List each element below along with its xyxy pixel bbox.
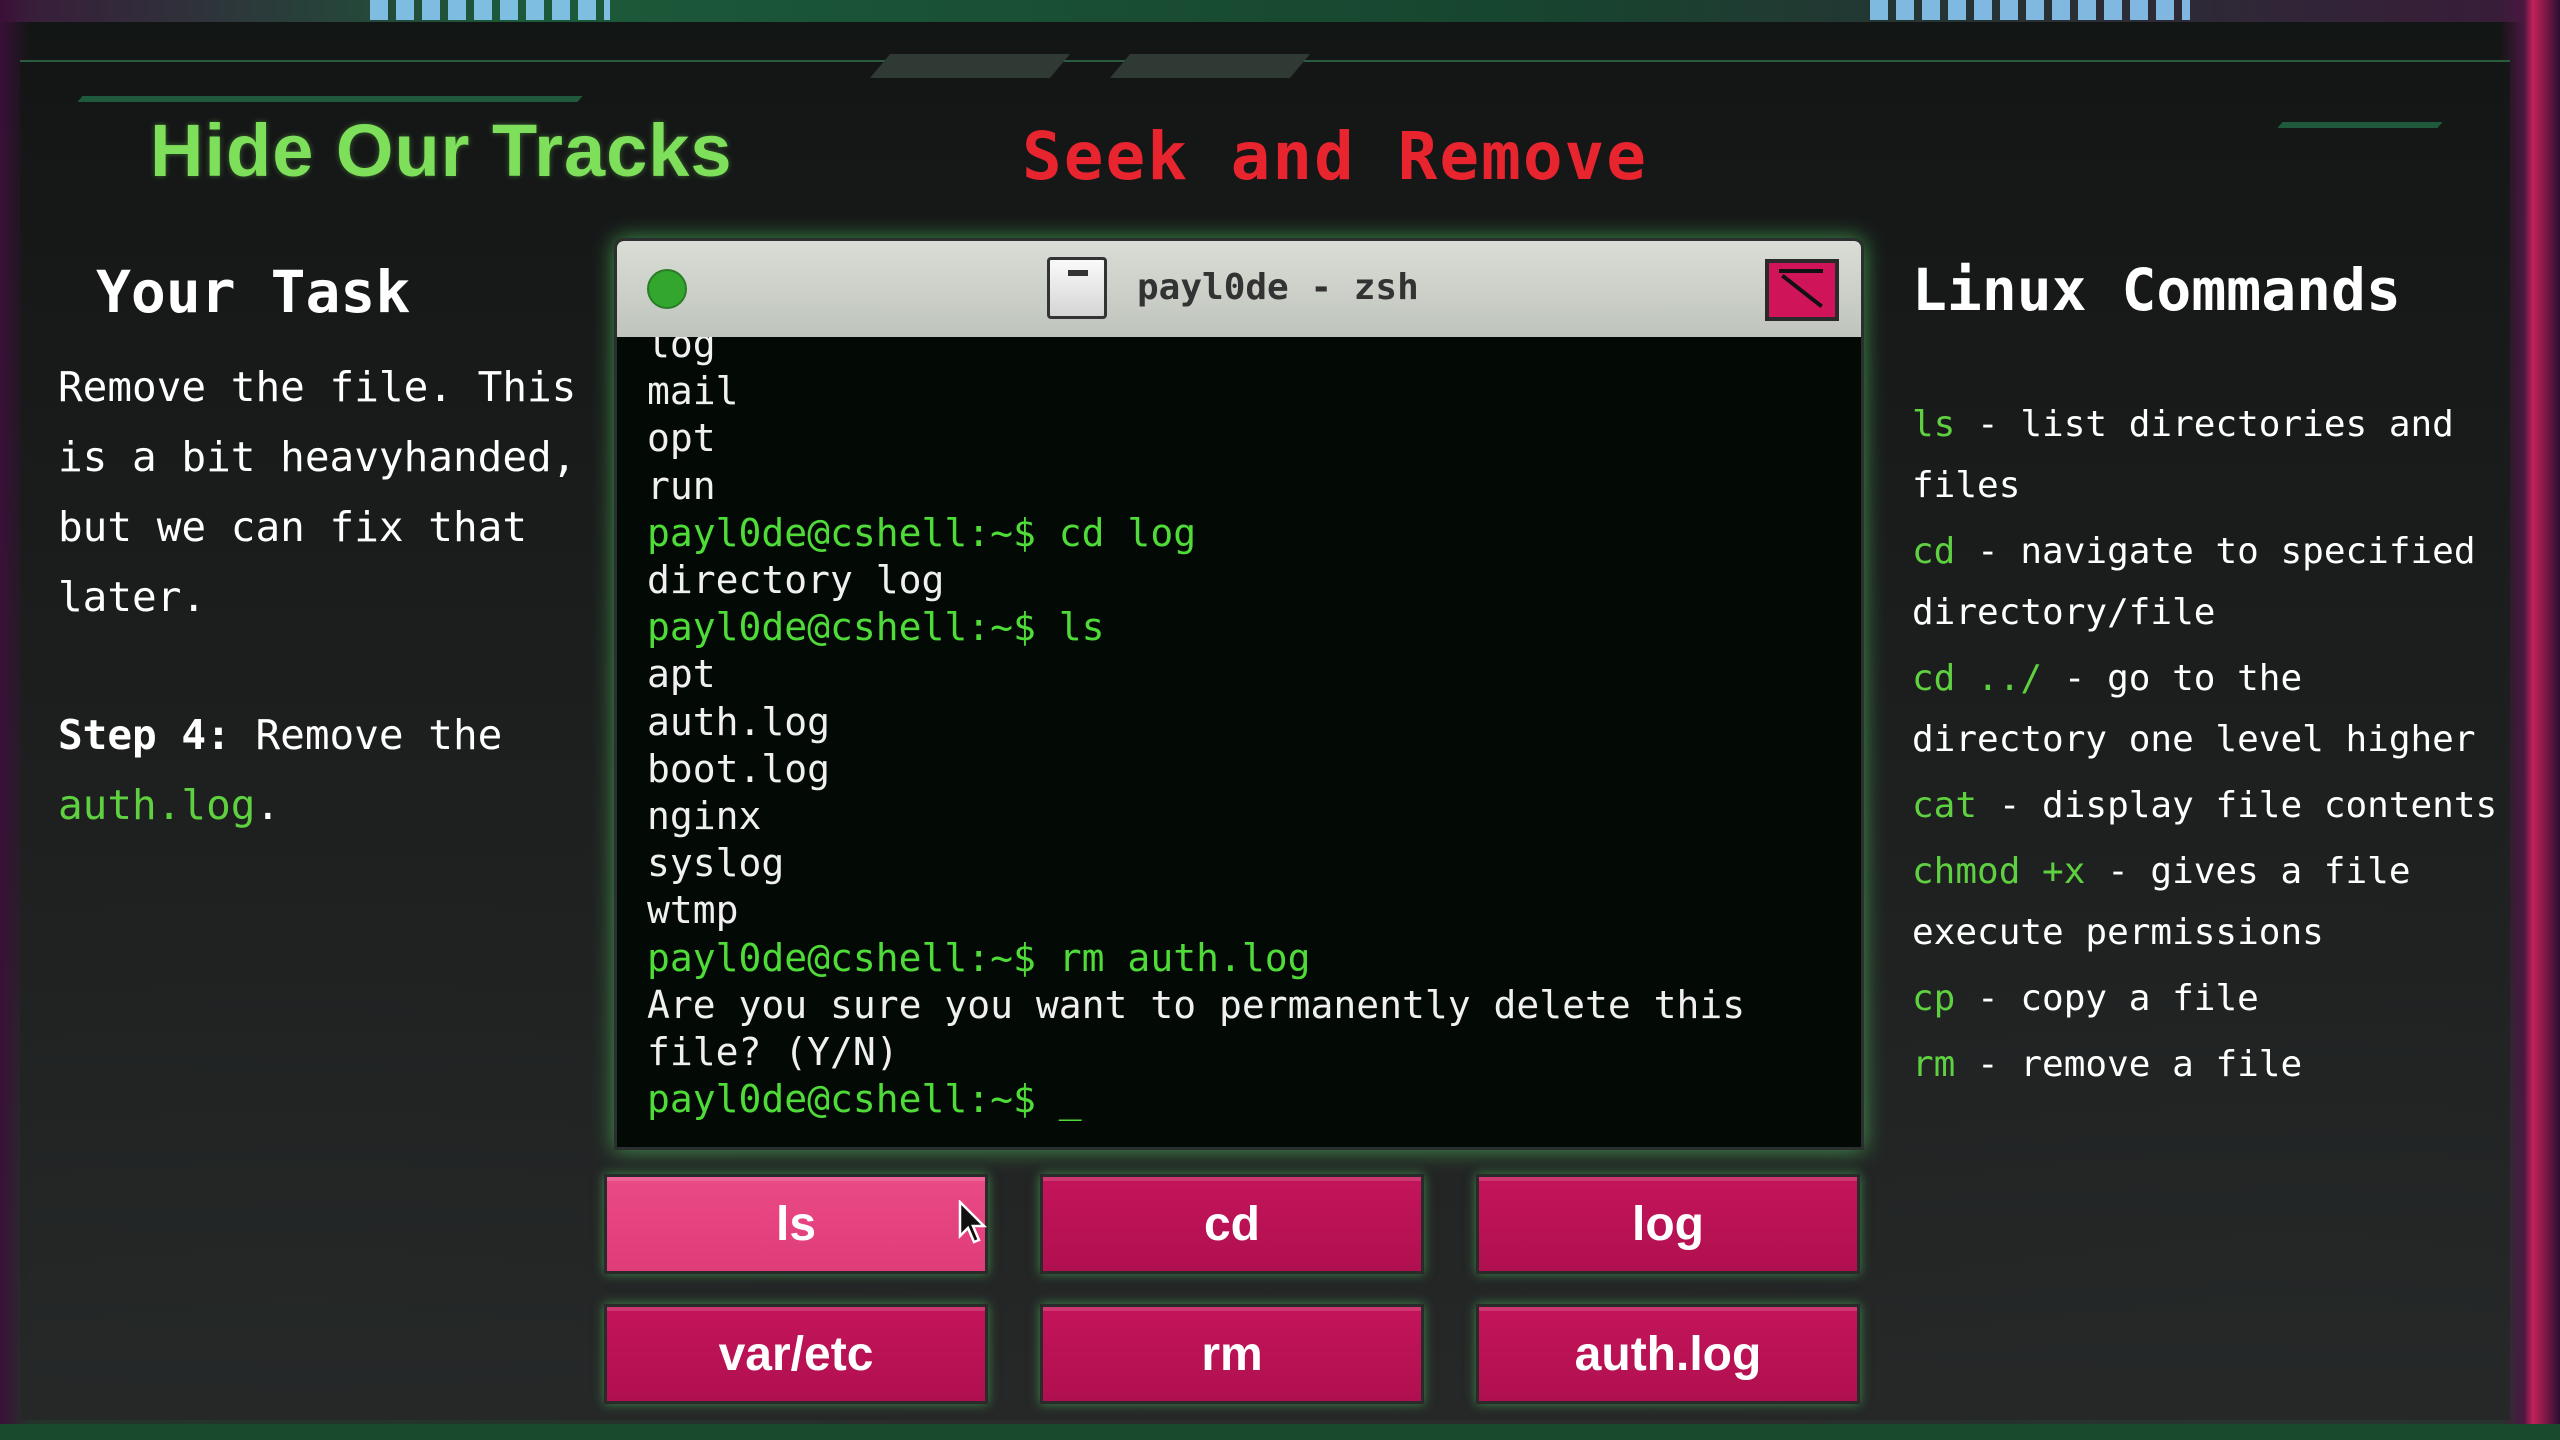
task-heading: Your Task bbox=[96, 258, 411, 326]
command-description: - copy a file bbox=[1955, 978, 2259, 1019]
command-name: ls bbox=[1912, 404, 1956, 445]
terminal-line: payl0de@cshell:~$ _ bbox=[647, 1077, 1082, 1122]
command-description: - remove a file bbox=[1955, 1044, 2303, 1085]
terminal-line: payl0de@cshell:~$ cd log bbox=[647, 510, 1197, 555]
terminal-line: boot.log bbox=[647, 746, 831, 791]
mouse-pointer-icon bbox=[958, 1200, 988, 1244]
terminal-titlebar: payl0de - zsh bbox=[617, 241, 1861, 337]
auth-log-button[interactable]: auth.log bbox=[1476, 1304, 1860, 1404]
terminal-line: run bbox=[647, 463, 716, 508]
var-etc-button[interactable]: var/etc bbox=[604, 1304, 988, 1404]
terminal-line: payl0de@cshell:~$ ls bbox=[647, 605, 1105, 650]
terminal-line: opt bbox=[647, 416, 716, 461]
level-subtitle: Seek and Remove bbox=[1022, 118, 1649, 195]
top-decor-glyphs-left bbox=[370, 0, 610, 20]
command-item: cd - navigate to specified directory/fil… bbox=[1912, 521, 2502, 643]
panel-decor-line bbox=[77, 96, 583, 102]
command-item: cp - copy a file bbox=[1912, 968, 2502, 1029]
terminal-line: syslog bbox=[647, 841, 785, 886]
step-text: Remove the bbox=[255, 711, 503, 759]
command-item: chmod +x - gives a file execute permissi… bbox=[1912, 841, 2502, 963]
terminal-line: log bbox=[647, 337, 716, 366]
task-step: Step 4: Remove the auth.log. bbox=[58, 700, 618, 840]
command-item: cat - display file contents bbox=[1912, 775, 2502, 836]
ls-button[interactable]: ls bbox=[604, 1174, 988, 1274]
terminal-line: nginx bbox=[647, 794, 762, 839]
terminal-line: directory log bbox=[647, 558, 945, 603]
step-end: . bbox=[255, 781, 281, 829]
commands-list: ls - list directories and files cd - navi… bbox=[1912, 394, 2502, 1100]
top-decor-bar bbox=[0, 0, 2560, 22]
terminal-line: apt bbox=[647, 652, 716, 697]
terminal-output: log mail opt run payl0de@cshell:~$ cd log dir… bbox=[647, 337, 1847, 1137]
terminal-title: payl0de - zsh bbox=[1137, 267, 1419, 308]
commands-heading: Linux Commands bbox=[1912, 256, 2401, 324]
top-decor-glyphs-right bbox=[1870, 0, 2190, 20]
panel-decor-tab bbox=[1109, 54, 1311, 78]
panel-decor-line bbox=[2277, 122, 2443, 128]
cd-button[interactable]: cd bbox=[1040, 1174, 1424, 1274]
log-button[interactable]: log bbox=[1476, 1174, 1860, 1274]
terminal-line: auth.log bbox=[647, 699, 831, 744]
command-description: - list directories and files bbox=[1912, 404, 2454, 506]
step-target-file: auth.log bbox=[58, 781, 256, 829]
terminal-line: Are you sure you want to permanently del… bbox=[647, 982, 1769, 1075]
command-name: rm bbox=[1912, 1044, 1956, 1085]
task-description: Remove the file. This is a bit heavyhand… bbox=[58, 363, 577, 621]
command-item: cd ../ - go to the directory one level h… bbox=[1912, 648, 2502, 770]
game-title: Hide Our Tracks bbox=[150, 109, 733, 192]
command-name: cp bbox=[1912, 978, 1956, 1019]
terminal-lines: log mail opt run payl0de@cshell:~$ cd log dir… bbox=[647, 337, 1847, 1123]
panel-decor-tab bbox=[869, 54, 1071, 78]
green-dot-icon bbox=[647, 269, 687, 309]
bottom-decor-bar bbox=[0, 1424, 2560, 1440]
terminal-line: wtmp bbox=[647, 888, 739, 933]
step-label: Step 4: bbox=[58, 711, 231, 759]
command-description: - display file contents bbox=[1977, 785, 2498, 826]
command-description: - navigate to specified directory/file bbox=[1912, 531, 2476, 633]
rm-button[interactable]: rm bbox=[1040, 1304, 1424, 1404]
command-item: rm - remove a file bbox=[1912, 1034, 2502, 1095]
command-name: cat bbox=[1912, 785, 1978, 826]
terminal-window: payl0de - zsh log mail opt run payl0de@cshel… bbox=[614, 238, 1864, 1150]
command-name: cd bbox=[1912, 531, 1956, 572]
command-name: chmod +x bbox=[1912, 851, 2086, 892]
terminal-line: payl0de@cshell:~$ rm auth.log bbox=[647, 935, 1311, 980]
command-name: cd ../ bbox=[1912, 658, 2043, 699]
terminal-line: mail bbox=[647, 369, 739, 414]
folder-icon bbox=[1047, 257, 1107, 319]
close-icon[interactable] bbox=[1765, 259, 1839, 321]
command-item: ls - list directories and files bbox=[1912, 394, 2502, 516]
